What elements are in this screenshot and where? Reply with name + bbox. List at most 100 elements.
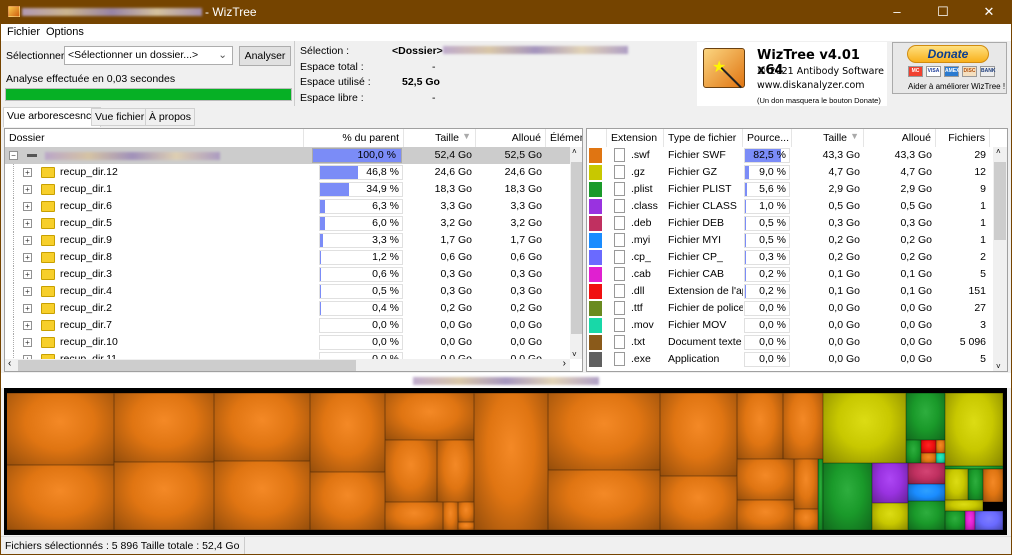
tree-vertical-scrollbar[interactable]: ˄ ˅ bbox=[570, 147, 582, 359]
tree-row[interactable]: + recup_dir.10 0,0 % 0,0 Go 0,0 Go bbox=[5, 334, 570, 351]
treemap-block[interactable] bbox=[823, 393, 906, 463]
treemap-block[interactable] bbox=[921, 440, 936, 453]
filetypes-vertical-scrollbar[interactable]: ˄ ˅ bbox=[993, 147, 1007, 371]
expand-icon[interactable]: + bbox=[23, 338, 32, 347]
menu-fichier[interactable]: Fichier bbox=[7, 26, 40, 38]
file-type-row[interactable]: .myi Fichier MYI 0,5 % 0,2 Go 0,2 Go 1 bbox=[587, 232, 993, 249]
treemap-block[interactable] bbox=[908, 463, 945, 484]
treemap-block[interactable] bbox=[921, 453, 936, 463]
treemap-block[interactable] bbox=[310, 472, 385, 530]
file-type-row[interactable]: .exe Application 0,0 % 0,0 Go 0,0 Go 5 bbox=[587, 351, 993, 368]
treemap-block[interactable] bbox=[458, 522, 474, 530]
treemap-block[interactable] bbox=[945, 469, 968, 500]
col-header-size[interactable]: Taille ▼ bbox=[792, 129, 864, 147]
collapse-icon[interactable]: − bbox=[9, 151, 18, 160]
folder-combo[interactable]: <Sélectionner un dossier...> ⌄ bbox=[64, 46, 233, 65]
treemap-block[interactable] bbox=[385, 502, 443, 530]
treemap-block[interactable] bbox=[968, 469, 983, 500]
scroll-right-icon[interactable]: › bbox=[563, 358, 566, 369]
file-type-row[interactable]: .txt Document texte 0,0 % 0,0 Go 0,0 Go 5 096 bbox=[587, 334, 993, 351]
tree-row[interactable]: + recup_dir.5 6,0 % 3,2 Go 3,2 Go bbox=[5, 215, 570, 232]
file-type-row[interactable]: .mov Fichier MOV 0,0 % 0,0 Go 0,0 Go 3 bbox=[587, 317, 993, 334]
expand-icon[interactable]: + bbox=[23, 185, 32, 194]
treemap-block[interactable] bbox=[214, 461, 310, 530]
file-type-row[interactable]: .ttf Fichier de police 0,0 % 0,0 Go 0,0 Go 27 bbox=[587, 300, 993, 317]
treemap-block[interactable] bbox=[660, 476, 737, 530]
tree-row[interactable]: + recup_dir.7 0,0 % 0,0 Go 0,0 Go bbox=[5, 317, 570, 334]
treemap-block[interactable] bbox=[443, 502, 458, 530]
scroll-up-icon[interactable]: ˄ bbox=[996, 147, 1001, 156]
treemap-block[interactable] bbox=[660, 393, 737, 476]
file-type-row[interactable]: .deb Fichier DEB 0,5 % 0,3 Go 0,3 Go 1 bbox=[587, 215, 993, 232]
close-button[interactable]: ✕ bbox=[966, 0, 1012, 24]
col-header-allocated[interactable]: Alloué bbox=[864, 129, 936, 147]
scroll-left-icon[interactable]: ‹ bbox=[8, 358, 11, 369]
treemap-block[interactable] bbox=[7, 465, 114, 530]
treemap-block[interactable] bbox=[474, 393, 548, 530]
treemap-block[interactable] bbox=[908, 484, 945, 501]
treemap-block[interactable] bbox=[737, 393, 783, 459]
tree-row[interactable]: + recup_dir.2 0,4 % 0,2 Go 0,2 Go bbox=[5, 300, 570, 317]
treemap-block[interactable] bbox=[310, 393, 385, 472]
col-header-elements[interactable]: Élémen bbox=[546, 129, 582, 147]
tree-row[interactable]: + recup_dir.3 0,6 % 0,3 Go 0,3 Go bbox=[5, 266, 570, 283]
file-type-row[interactable]: .class Fichier CLASS 1,0 % 0,5 Go 0,5 Go 1 bbox=[587, 198, 993, 215]
treemap-block[interactable] bbox=[548, 470, 660, 530]
expand-icon[interactable]: + bbox=[23, 236, 32, 245]
tree-row[interactable]: + recup_dir.8 1,2 % 0,6 Go 0,6 Go bbox=[5, 249, 570, 266]
col-header-folder[interactable]: Dossier bbox=[5, 129, 304, 147]
col-header-files[interactable]: Fichiers bbox=[936, 129, 990, 147]
treemap-block[interactable] bbox=[385, 393, 474, 440]
tab-tree-view[interactable]: Vue arborescesnce bbox=[3, 107, 102, 127]
col-header-allocated[interactable]: Alloué bbox=[476, 129, 546, 147]
tab-about[interactable]: À propos bbox=[145, 108, 196, 126]
treemap-block[interactable] bbox=[945, 511, 965, 530]
analyse-button[interactable]: Analyser bbox=[239, 46, 291, 66]
minimize-button[interactable]: – bbox=[874, 0, 920, 24]
treemap-block[interactable] bbox=[872, 463, 908, 503]
expand-icon[interactable]: + bbox=[23, 270, 32, 279]
col-header-extension[interactable]: Extension bbox=[607, 129, 664, 147]
treemap-block[interactable] bbox=[945, 500, 983, 511]
scroll-thumb[interactable] bbox=[994, 162, 1006, 240]
treemap-block[interactable] bbox=[906, 440, 921, 463]
treemap-block[interactable] bbox=[936, 440, 945, 453]
treemap-block[interactable] bbox=[945, 393, 1003, 466]
treemap-block[interactable] bbox=[872, 503, 908, 530]
treemap-block[interactable] bbox=[936, 453, 945, 463]
tree-row[interactable]: + recup_dir.6 6,3 % 3,3 Go 3,3 Go bbox=[5, 198, 570, 215]
expand-icon[interactable]: + bbox=[23, 219, 32, 228]
treemap-block[interactable] bbox=[975, 511, 1003, 530]
expand-icon[interactable]: + bbox=[23, 304, 32, 313]
treemap-block[interactable] bbox=[794, 509, 818, 530]
maximize-button[interactable]: ☐ bbox=[920, 0, 966, 24]
expand-icon[interactable]: + bbox=[23, 321, 32, 330]
treemap[interactable] bbox=[7, 391, 1004, 532]
scroll-up-icon[interactable]: ˄ bbox=[572, 147, 577, 156]
treemap-block[interactable] bbox=[794, 459, 818, 509]
tree-row[interactable]: + recup_dir.12 46,8 % 24,6 Go 24,6 Go bbox=[5, 164, 570, 181]
treemap-block[interactable] bbox=[823, 463, 872, 530]
expand-icon[interactable]: + bbox=[23, 202, 32, 211]
file-type-row[interactable]: .cp_ Fichier CP_ 0,3 % 0,2 Go 0,2 Go 2 bbox=[587, 249, 993, 266]
treemap-block[interactable] bbox=[908, 501, 945, 530]
col-header-size[interactable]: Taille ▼ bbox=[404, 129, 476, 147]
website-link[interactable]: www.diskanalyzer.com bbox=[757, 80, 865, 91]
file-type-row[interactable]: .gz Fichier GZ 9,0 % 4,7 Go 4,7 Go 12 bbox=[587, 164, 993, 181]
treemap-block[interactable] bbox=[983, 469, 1003, 502]
tree-row[interactable]: + recup_dir.9 3,3 % 1,7 Go 1,7 Go bbox=[5, 232, 570, 249]
expand-icon[interactable]: + bbox=[23, 287, 32, 296]
treemap-block[interactable] bbox=[437, 440, 474, 502]
treemap-block[interactable] bbox=[114, 462, 214, 530]
expand-icon[interactable]: + bbox=[23, 253, 32, 262]
col-header-type[interactable]: Type de fichier bbox=[664, 129, 743, 147]
treemap-block[interactable] bbox=[906, 393, 945, 440]
scroll-down-icon[interactable]: ˅ bbox=[996, 362, 1001, 371]
tree-row-root[interactable]: − 100,0 % 52,4 Go 52,5 Go bbox=[5, 147, 570, 164]
file-type-row[interactable]: .dll Extension de l'ap 0,2 % 0,1 Go 0,1 Go 15… bbox=[587, 283, 993, 300]
treemap-block[interactable] bbox=[737, 500, 794, 530]
treemap-block[interactable] bbox=[458, 502, 474, 522]
expand-icon[interactable]: + bbox=[23, 168, 32, 177]
treemap-block[interactable] bbox=[737, 459, 794, 500]
file-type-row[interactable]: .swf Fichier SWF 82,5 % 43,3 Go 43,3 Go 29 bbox=[587, 147, 993, 164]
